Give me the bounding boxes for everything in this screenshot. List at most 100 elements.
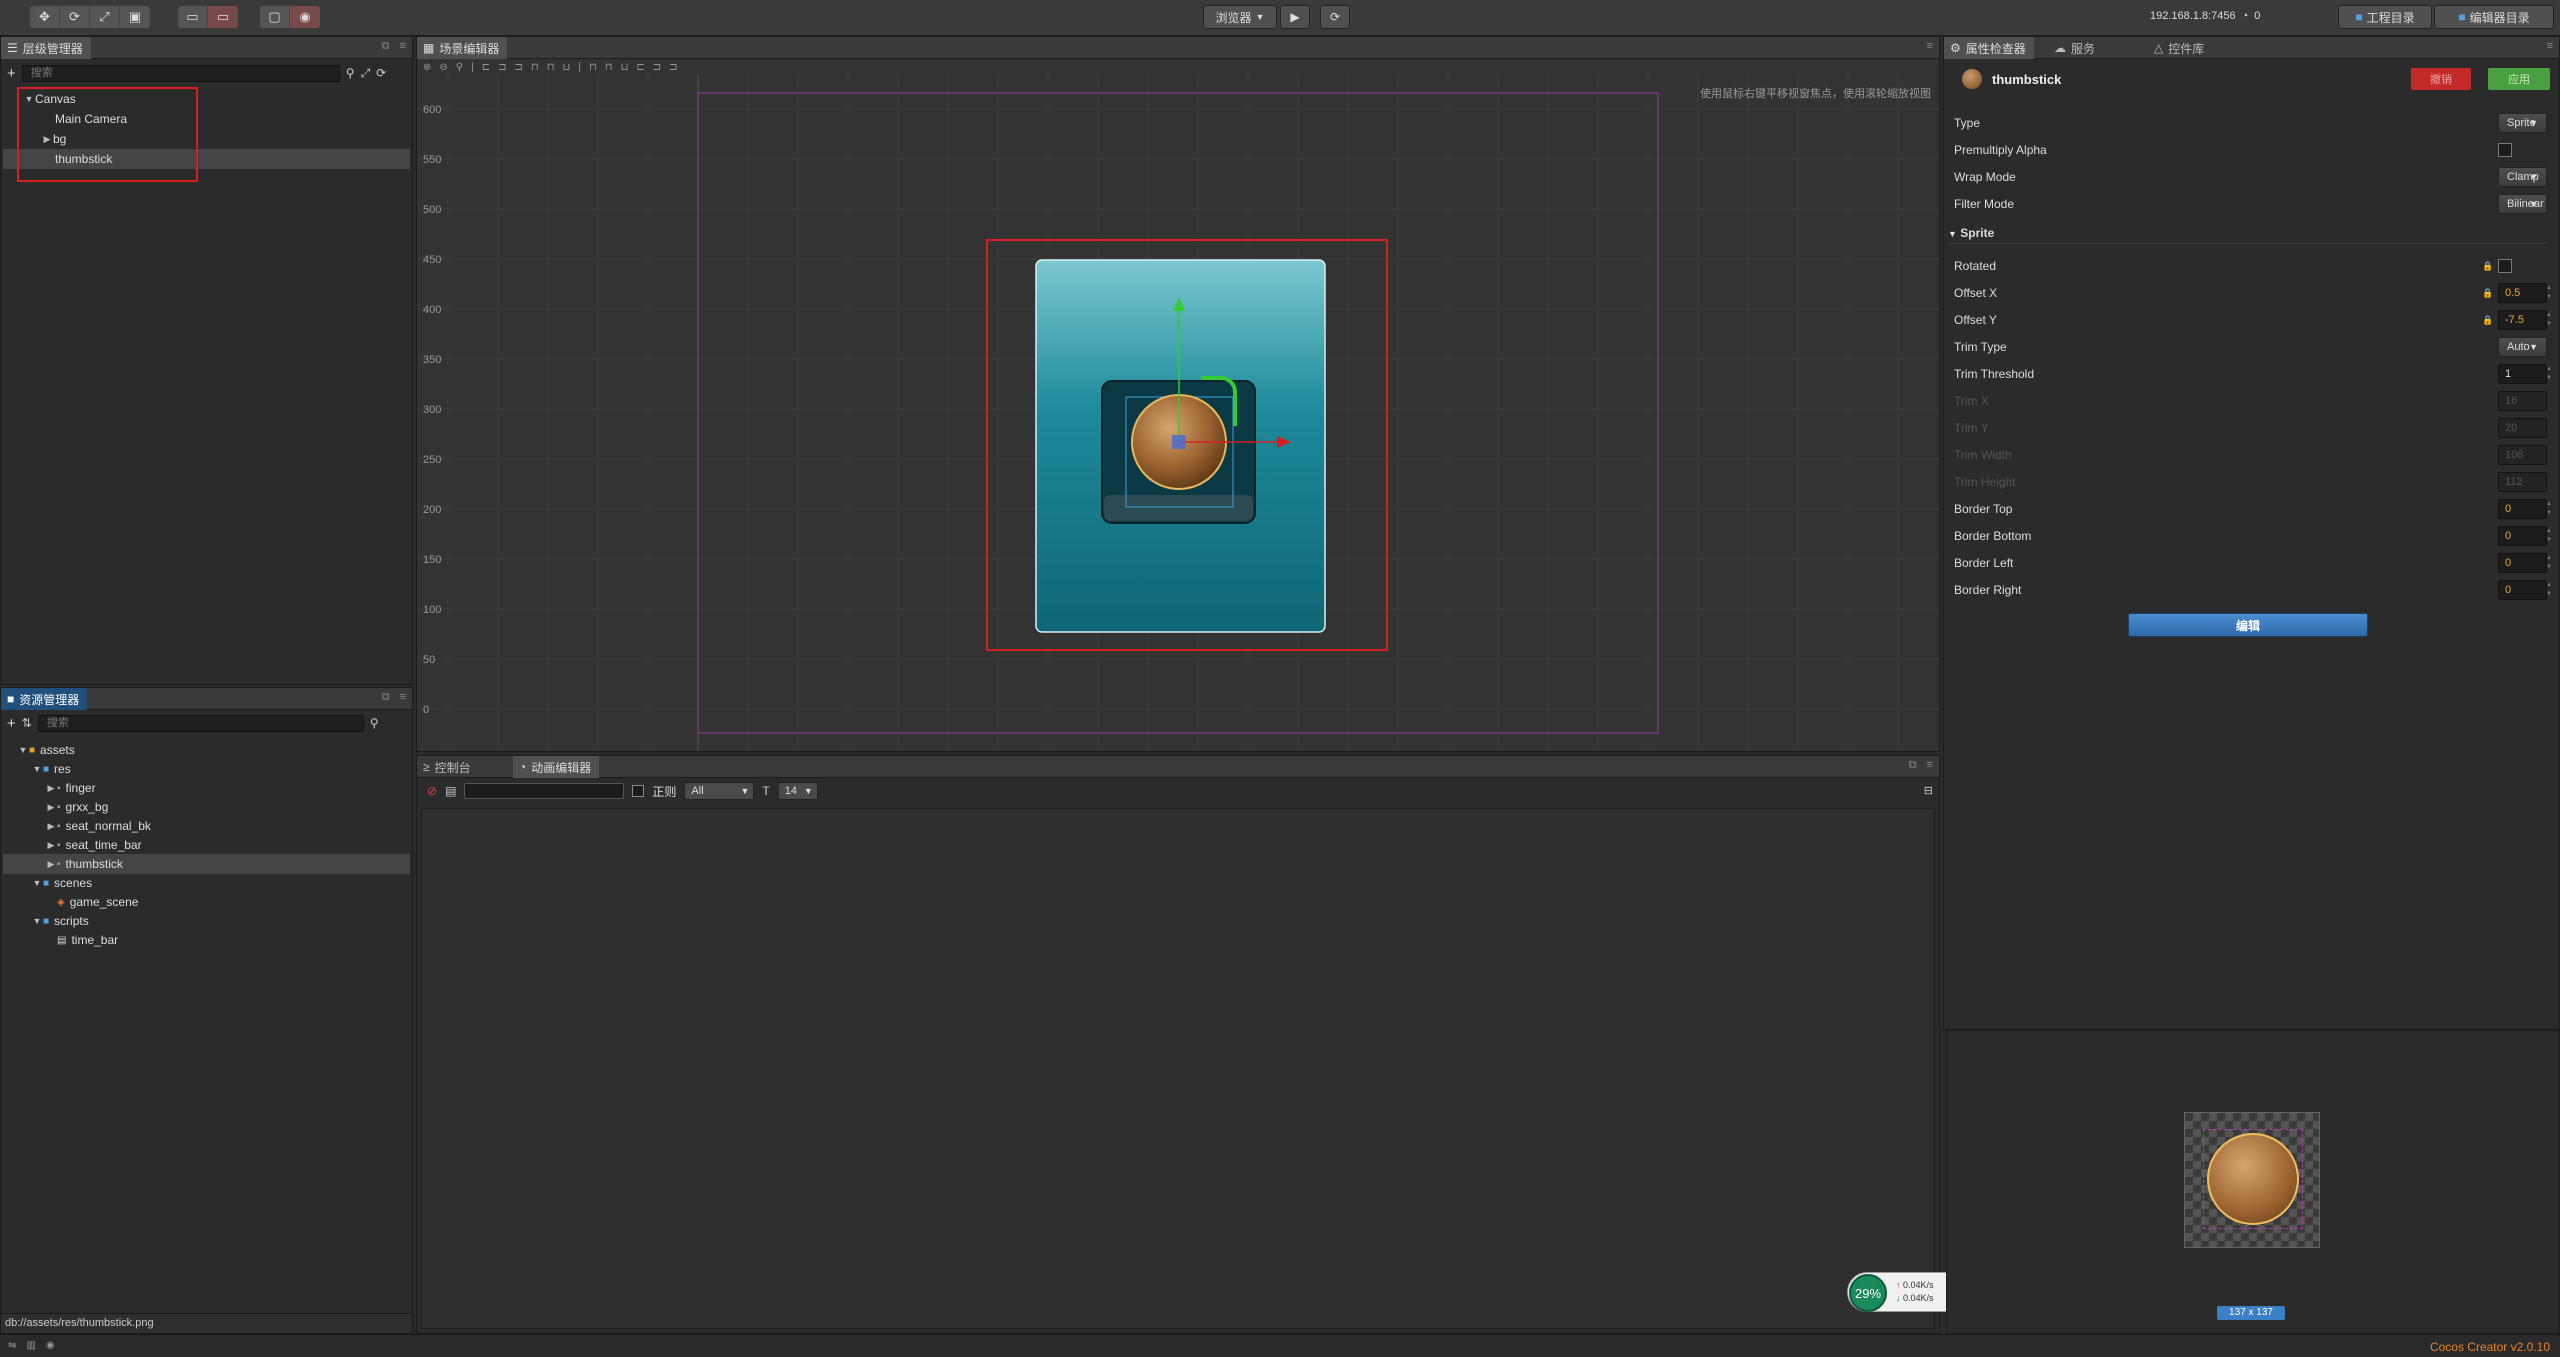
asset-item-grxx-bg[interactable]: ▶ ▪ grxx_bg: [3, 797, 410, 817]
asset-item-seat-time-bar[interactable]: ▶ ▪ seat_time_bar: [3, 835, 410, 855]
expand-all-icon[interactable]: ⤢: [361, 66, 371, 81]
preview-platform-select[interactable]: 浏览器 ▼: [1203, 5, 1277, 29]
tab-animation[interactable]: ◔ 动画编辑器: [513, 756, 600, 778]
search-icon[interactable]: ⚲: [346, 66, 355, 80]
asset-item-assets[interactable]: ▼ ■ assets: [3, 740, 410, 760]
collapse-icon[interactable]: ⊟: [1924, 784, 1933, 797]
sort-icon[interactable]: ⇅: [22, 716, 32, 730]
snap-icon[interactable]: ▢: [260, 6, 290, 28]
hierarchy-search-input[interactable]: 搜索: [21, 64, 340, 82]
revert-button[interactable]: 撤销: [2411, 68, 2471, 90]
tab-widgets[interactable]: △ 控件库: [2148, 37, 2212, 59]
play-button[interactable]: ▶: [1280, 5, 1310, 29]
offset-y-input[interactable]: -7.5 ▲ ▼: [2498, 310, 2552, 330]
project-dir-button[interactable]: ■ 工程目录: [2338, 5, 2432, 29]
menu-icon[interactable]: ≡: [2547, 40, 2553, 52]
log-level-select[interactable]: All ▼: [684, 782, 755, 800]
menu-icon[interactable]: ≡: [400, 40, 406, 53]
stepper-icon[interactable]: ▲ ▼: [2546, 311, 2552, 331]
stepper-icon[interactable]: ▲ ▼: [2546, 284, 2552, 304]
log-file-icon[interactable]: ▤: [445, 784, 456, 798]
rotate-tool-icon[interactable]: ⟳: [60, 6, 90, 28]
edit-sprite-button[interactable]: 编辑: [2128, 613, 2368, 637]
scene-viewport[interactable]: 600550500450400350300250200150100500-300…: [417, 75, 1939, 751]
trim-type-select[interactable]: Auto: [2498, 337, 2547, 357]
tab-assets[interactable]: ■ 资源管理器: [1, 688, 88, 710]
menu-icon[interactable]: ≡: [1927, 40, 1933, 52]
popout-icon[interactable]: ⧉: [382, 691, 390, 704]
expand-arrow-icon[interactable]: ▼: [31, 878, 43, 888]
align-right-icon[interactable]: ⊐: [515, 62, 523, 73]
asset-item-thumbstick[interactable]: ▶ ▪ thumbstick: [3, 854, 410, 874]
regex-checkbox[interactable]: [632, 785, 645, 797]
filter-mode-select[interactable]: Bilinear: [2498, 194, 2547, 214]
asset-item-scripts[interactable]: ▼ ■ scripts: [3, 911, 410, 931]
refresh-button[interactable]: ⟳: [1320, 5, 1350, 29]
wrap-mode-select[interactable]: Clamp: [2498, 167, 2547, 187]
collapse-arrow-icon[interactable]: ▶: [45, 802, 57, 813]
tab-scene[interactable]: ▦ 场景编辑器: [417, 37, 508, 59]
align-center-icon[interactable]: ⊐: [498, 62, 506, 73]
editor-dir-button[interactable]: ■ 编辑器目录: [2434, 5, 2554, 29]
border-top-input[interactable]: 0 ▲ ▼: [2498, 499, 2552, 519]
asset-item-finger[interactable]: ▶ ▪ finger: [3, 778, 410, 798]
tab-inspector[interactable]: ⚙ 属性检查器: [1944, 37, 2034, 59]
asset-item-game-scene[interactable]: ◈ game_scene: [3, 892, 410, 912]
section-sprite[interactable]: ▼ Sprite: [1948, 226, 2547, 244]
rotated-checkbox[interactable]: [2498, 259, 2512, 273]
expand-arrow-icon[interactable]: ▼: [31, 916, 43, 926]
collapse-arrow-icon[interactable]: ▶: [45, 840, 57, 851]
zoom-reset-icon[interactable]: ⚲: [456, 62, 463, 73]
align-middle-icon[interactable]: ⊓: [547, 62, 555, 73]
distribute-center-icon[interactable]: ⊐: [653, 62, 661, 73]
asset-item-scenes[interactable]: ▼ ■ scenes: [3, 873, 410, 893]
font-size-select[interactable]: 14 ▼: [777, 782, 818, 800]
tab-hierarchy[interactable]: ☰ 层级管理器: [1, 37, 91, 59]
stepper-icon[interactable]: ▲ ▼: [2546, 500, 2552, 520]
border-bottom-input[interactable]: 0 ▲ ▼: [2498, 526, 2552, 546]
add-asset-icon[interactable]: +: [7, 715, 16, 732]
clear-icon[interactable]: ⊘: [427, 784, 437, 798]
record-icon[interactable]: ◉: [290, 6, 320, 28]
console-log-area[interactable]: [421, 808, 1935, 1329]
rect-tool-icon[interactable]: ▣: [120, 6, 150, 28]
asset-item-res[interactable]: ▼ ■ res: [3, 759, 410, 779]
collapse-arrow-icon[interactable]: ▶: [45, 821, 57, 832]
expand-arrow-icon[interactable]: ▼: [31, 764, 43, 774]
zoom-out-icon[interactable]: ⊖: [439, 62, 447, 73]
move-tool-icon[interactable]: ✥: [30, 6, 60, 28]
local-toggle-icon[interactable]: ▭: [208, 6, 238, 28]
apply-button[interactable]: 应用: [2488, 68, 2550, 90]
popout-icon[interactable]: ⧉: [382, 40, 390, 53]
asset-item-seat-normal-bk[interactable]: ▶ ▪ seat_normal_bk: [3, 816, 410, 836]
align-top-icon[interactable]: ⊓: [531, 62, 539, 73]
distribute-middle-icon[interactable]: ⊓: [605, 62, 613, 73]
trim-threshold-input[interactable]: 1 ▲ ▼: [2498, 364, 2552, 384]
stepper-icon[interactable]: ▲ ▼: [2546, 581, 2552, 601]
pivot-toggle-icon[interactable]: ▭: [178, 6, 208, 28]
assets-search-input[interactable]: 搜索: [37, 714, 364, 732]
tab-services[interactable]: ☁ 服务: [2048, 37, 2103, 59]
console-filter-input[interactable]: [464, 783, 625, 799]
type-select[interactable]: Sprite: [2498, 113, 2547, 133]
eye-icon[interactable]: ◉: [46, 1340, 55, 1351]
border-left-input[interactable]: 0 ▲ ▼: [2498, 553, 2552, 573]
search-icon[interactable]: ⚲: [370, 716, 379, 730]
connection-icon[interactable]: ⇋: [8, 1340, 16, 1351]
asset-item-time-bar[interactable]: ▤ time_bar: [3, 930, 410, 950]
popout-icon[interactable]: ⧉: [1909, 759, 1917, 772]
stepper-icon[interactable]: ▲ ▼: [2546, 527, 2552, 547]
collapse-arrow-icon[interactable]: ▶: [45, 783, 57, 794]
menu-icon[interactable]: ≡: [400, 691, 406, 704]
distribute-right-icon[interactable]: ⊐: [669, 62, 677, 73]
distribute-left-icon[interactable]: ⊏: [636, 62, 644, 73]
scale-tool-icon[interactable]: ⤢: [90, 6, 120, 28]
tab-console[interactable]: ≥ 控制台: [417, 756, 479, 778]
expand-arrow-icon[interactable]: ▼: [17, 745, 29, 755]
stepper-icon[interactable]: ▲ ▼: [2546, 365, 2552, 385]
stepper-icon[interactable]: ▲ ▼: [2546, 554, 2552, 574]
refresh-icon[interactable]: ⟳: [376, 66, 386, 80]
zoom-in-icon[interactable]: ⊕: [423, 62, 431, 73]
collapse-arrow-icon[interactable]: ▶: [45, 859, 57, 870]
distribute-bottom-icon[interactable]: ⊔: [621, 62, 629, 73]
